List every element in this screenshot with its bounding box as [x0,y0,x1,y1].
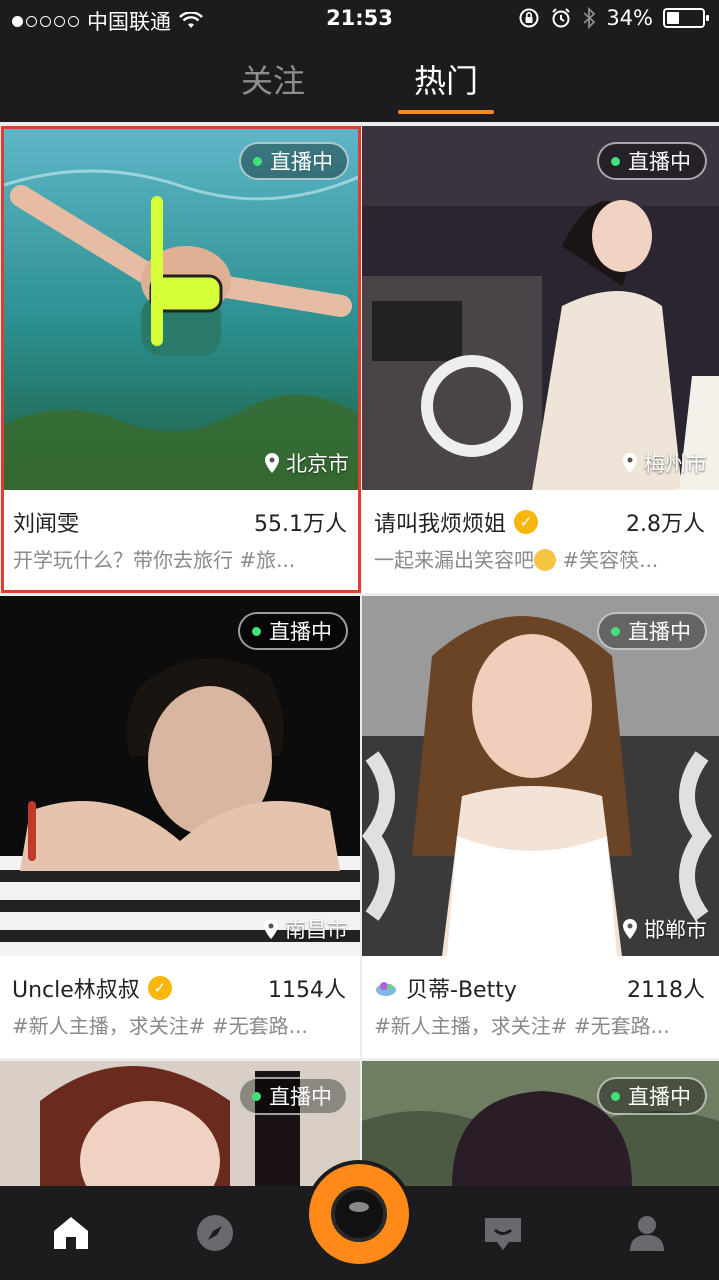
live-card[interactable]: 直播中 [0,1061,360,1186]
verified-badge-icon: ✓ [514,510,539,534]
battery-fill [667,12,679,24]
live-badge: 直播中 [597,612,707,650]
location: 北京市 [264,448,349,478]
live-badge: 直播中 [238,1077,348,1115]
streamer-name-text: 贝蒂-Betty [406,978,517,1003]
rotation-lock-icon [519,8,539,28]
card-thumbnail: 直播中 北京市 [1,126,361,490]
level-badge-icon [376,982,396,996]
live-label: 直播中 [628,150,691,174]
card-info: 贝蒂-Betty 2118人 #新人主播，求关注# #无套路... [362,956,719,1058]
live-camera-icon [331,1186,387,1242]
name-row: 刘闻雯 55.1万人 [13,506,347,538]
status-right: 34% [518,6,709,30]
viewer-count: 2118人 [627,978,705,1003]
live-badge: 直播中 [239,142,349,180]
app-screen: 中国联通 21:53 34% 关注 热门 直播中 北京市 刘闻雯 55.1万人 … [0,0,719,1280]
live-card[interactable]: 直播中 北京市 刘闻雯 55.1万人 开学玩什么？带你去旅行 #旅... [1,126,361,593]
card-info: 刘闻雯 55.1万人 开学玩什么？带你去旅行 #旅... [1,490,361,593]
streamer-name: 贝蒂-Betty [374,972,627,1004]
streamer-name: Uncle林叔叔 ✓ [12,972,268,1004]
card-info: 请叫我烦烦姐 ✓ 2.8万人 一起来漏出笑容吧 #笑容筷... [362,490,719,593]
top-tabs: 关注 热门 [0,56,719,116]
streamer-name: 请叫我烦烦姐 ✓ [374,506,626,538]
live-card[interactable]: 直播中 梅州市 请叫我烦烦姐 ✓ 2.8万人 一起来漏出笑容吧 #笑容筷... [362,126,719,593]
viewer-count: 2.8万人 [626,512,705,537]
stream-description: #新人主播，求关注# #无套路... [374,1014,670,1038]
location: 梅州市 [622,448,707,478]
compass-icon [197,1215,233,1251]
location-pin-icon [265,453,279,473]
stream-description: #新人主播，求关注# #无套路... [12,1014,308,1038]
location-pin-icon [623,453,637,473]
active-tab-indicator [398,110,494,114]
live-dot-icon [252,1091,261,1101]
viewer-count: 55.1万人 [254,512,347,537]
live-label: 直播中 [628,1085,691,1109]
live-dot-icon [611,626,620,636]
location-label: 南昌市 [285,918,348,942]
tab-following[interactable]: 关注 [213,56,333,102]
live-card[interactable]: 直播中 邯郸市 贝蒂-Betty 2118人 #新人主播，求关注# #无套路..… [362,596,719,1058]
message-icon [485,1218,521,1250]
live-dot-icon [253,156,262,166]
location-pin-icon [623,919,637,939]
card-info: Uncle林叔叔 ✓ 1154人 #新人主播，求关注# #无套路... [0,956,360,1058]
go-live-button[interactable] [309,1164,409,1264]
battery-percent: 34% [606,6,653,30]
location: 邯郸市 [622,914,707,944]
home-icon [54,1217,88,1249]
streamer-name: 刘闻雯 [13,506,254,538]
name-row: Uncle林叔叔 ✓ 1154人 [12,972,346,1004]
live-label: 直播中 [269,1085,332,1109]
name-row: 贝蒂-Betty 2118人 [374,972,705,1004]
live-label: 直播中 [270,150,333,174]
top-bar: 中国联通 21:53 34% 关注 热门 [0,0,719,122]
live-badge: 直播中 [597,1077,707,1115]
location-label: 邯郸市 [644,918,707,942]
live-grid: 直播中 北京市 刘闻雯 55.1万人 开学玩什么？带你去旅行 #旅... 直播中… [0,126,719,1186]
live-dot-icon [252,626,261,636]
tab-hot[interactable]: 热门 [386,56,506,102]
location-label: 梅州市 [644,452,707,476]
verified-badge-icon: ✓ [147,976,172,1000]
card-thumbnail: 直播中 梅州市 [362,126,719,490]
name-row: 请叫我烦烦姐 ✓ 2.8万人 [374,506,705,538]
streamer-name-text: 请叫我烦烦姐 [374,512,507,537]
nav-discover[interactable] [190,1208,240,1258]
bluetooth-icon [583,7,596,29]
nav-home[interactable] [46,1208,96,1258]
live-card[interactable]: 直播中 [362,1061,719,1186]
stream-description-text: 一起来漏出笑容吧 [374,548,534,572]
stream-description-tags: #笑容筷... [556,548,659,572]
location-label: 北京市 [286,452,349,476]
card-thumbnail: 直播中 邯郸市 [362,596,719,956]
streamer-name-text: 刘闻雯 [13,512,80,537]
live-badge: 直播中 [597,142,707,180]
alarm-icon [552,8,571,28]
profile-icon [630,1216,664,1251]
live-label: 直播中 [269,620,332,644]
nav-profile[interactable] [622,1208,672,1258]
streamer-name-text: Uncle林叔叔 [12,978,140,1003]
live-card[interactable]: 直播中 南昌市 Uncle林叔叔 ✓ 1154人 #新人主播，求关注# #无套路… [0,596,360,1058]
viewer-count: 1154人 [268,978,346,1003]
grin-emoji-icon [534,548,556,571]
battery-icon [663,8,709,28]
live-label: 直播中 [628,620,691,644]
live-badge: 直播中 [238,612,348,650]
card-thumbnail: 直播中 [362,1061,719,1186]
stream-description: 开学玩什么？带你去旅行 #旅... [13,548,296,572]
live-dot-icon [611,1091,620,1101]
card-thumbnail: 直播中 [0,1061,360,1186]
status-bar: 中国联通 21:53 34% [0,0,719,40]
live-dot-icon [611,156,620,166]
card-thumbnail: 直播中 南昌市 [0,596,360,956]
location: 南昌市 [263,914,348,944]
location-pin-icon [264,919,278,939]
stream-description: 一起来漏出笑容吧 #笑容筷... [374,544,705,573]
nav-messages[interactable] [478,1208,528,1258]
